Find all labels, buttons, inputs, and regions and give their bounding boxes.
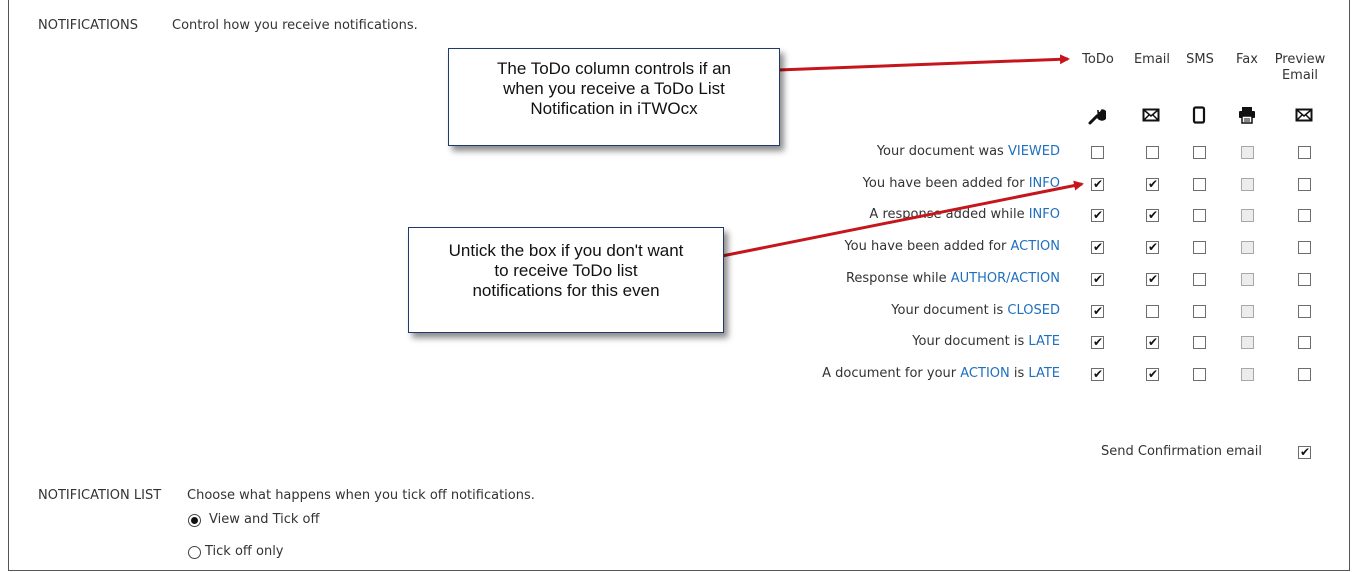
callout-todo-line3: Notification in iTWOcx: [530, 99, 698, 118]
callout-untick-box: Untick the box if you don't want to rece…: [408, 227, 724, 333]
callout-todo-column: The ToDo column controls if an when you …: [448, 48, 780, 146]
callout-todo-line1: The ToDo column controls if an: [496, 59, 732, 78]
callout-untick-line3: notifications for this even: [472, 281, 660, 300]
callout-todo-line2: when you receive a ToDo List: [503, 79, 725, 98]
callout-untick-line1: Untick the box if you don't want: [448, 241, 684, 260]
callout-untick-line2: to receive ToDo list: [494, 261, 638, 280]
arrow-to-todo-column: [777, 54, 1070, 72]
arrow-to-todo-checkbox: [721, 180, 1084, 258]
